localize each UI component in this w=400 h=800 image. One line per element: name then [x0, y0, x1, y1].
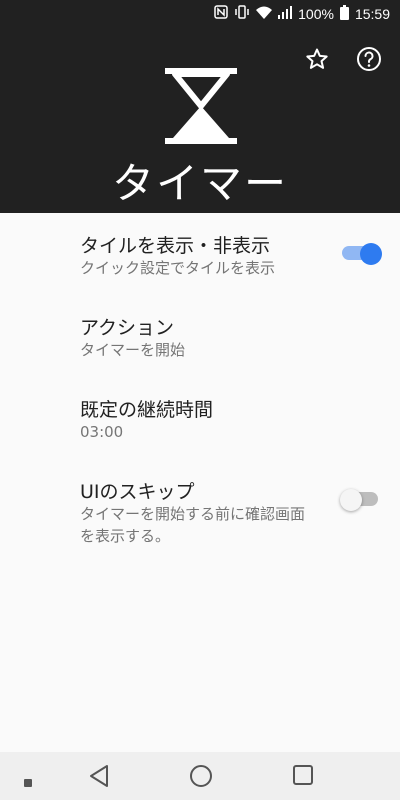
back-button[interactable]	[88, 764, 110, 792]
nfc-icon	[214, 5, 228, 23]
clock: 15:59	[354, 6, 390, 22]
setting-skip-ui[interactable]: UIのスキップ タイマーを開始する前に確認画面を表示する。	[0, 459, 400, 555]
help-icon	[356, 46, 382, 76]
setting-action[interactable]: アクション タイマーを開始	[0, 295, 400, 377]
vibrate-icon	[234, 5, 250, 23]
toggle-knob	[360, 243, 382, 265]
header-actions	[300, 44, 386, 78]
setting-title: 既定の継続時間	[80, 399, 214, 421]
setting-title: アクション	[80, 317, 175, 339]
recents-button[interactable]	[292, 764, 314, 790]
navigation-bar	[0, 752, 400, 800]
status-bar: 100% 15:59	[214, 0, 400, 28]
home-button[interactable]	[189, 764, 213, 792]
battery-percent: 100%	[298, 6, 334, 22]
help-button[interactable]	[352, 44, 386, 78]
setting-title: タイルを表示・非表示	[80, 235, 271, 257]
favorite-button[interactable]	[300, 44, 334, 78]
show-tile-toggle[interactable]	[342, 243, 382, 265]
signal-icon	[278, 5, 293, 23]
setting-value: 03:00	[80, 423, 124, 441]
app-title: タイマー	[111, 159, 288, 208]
skip-ui-toggle[interactable]	[340, 489, 378, 511]
wifi-icon	[256, 6, 273, 23]
setting-title: UIのスキップ	[80, 481, 195, 503]
app-header: 100% 15:59 タイマー	[0, 0, 400, 213]
star-icon	[305, 47, 329, 75]
setting-default-duration[interactable]: 既定の継続時間 03:00	[0, 377, 400, 459]
hourglass-icon	[165, 68, 237, 144]
menu-dot-button[interactable]	[24, 772, 32, 791]
setting-subtitle: タイマーを開始	[80, 341, 186, 359]
battery-icon	[339, 4, 349, 24]
settings-list: タイルを表示・非表示 クイック設定でタイルを表示 アクション タイマーを開始 既…	[0, 213, 400, 555]
toggle-knob	[340, 489, 362, 511]
setting-show-tile[interactable]: タイルを表示・非表示 クイック設定でタイルを表示	[0, 213, 400, 295]
setting-subtitle: タイマーを開始する前に確認画面を表示する。	[80, 505, 306, 545]
setting-subtitle: クイック設定でタイルを表示	[80, 259, 276, 277]
